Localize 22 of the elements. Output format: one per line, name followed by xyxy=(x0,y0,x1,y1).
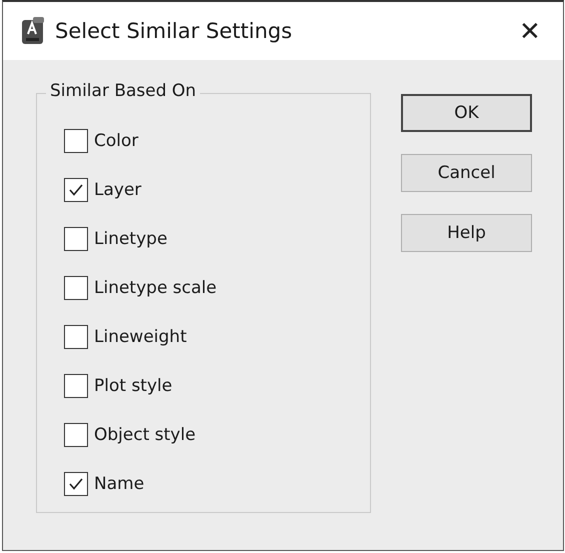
checkbox[interactable] xyxy=(64,178,88,202)
checkbox-label[interactable]: Layer xyxy=(94,180,142,200)
checkbox-label[interactable]: Object style xyxy=(94,424,196,444)
checkbox-label[interactable]: Linetype scale xyxy=(94,278,217,298)
dialog-button[interactable]: Help xyxy=(401,214,532,252)
checkbox-label[interactable]: Color xyxy=(94,130,138,150)
close-button[interactable]: ✕ xyxy=(515,16,545,46)
checkbox-label[interactable]: Lineweight xyxy=(94,326,187,346)
checkbox-label[interactable]: Linetype xyxy=(94,228,168,248)
checkbox[interactable] xyxy=(64,422,88,446)
checkbox[interactable] xyxy=(64,324,88,348)
dialog-button[interactable]: OK xyxy=(401,94,532,132)
checkbox[interactable] xyxy=(64,226,88,250)
checkbox[interactable] xyxy=(64,374,88,398)
checkbox[interactable] xyxy=(64,276,88,300)
dialog-button[interactable]: Cancel xyxy=(401,154,532,192)
checkbox[interactable] xyxy=(64,128,88,152)
checkbox-label[interactable]: Name xyxy=(94,474,144,494)
window-title: Select Similar Settings xyxy=(55,19,294,43)
checkbox[interactable] xyxy=(64,472,88,496)
app-icon xyxy=(21,17,45,45)
checkbox-label[interactable]: Plot style xyxy=(94,376,172,396)
